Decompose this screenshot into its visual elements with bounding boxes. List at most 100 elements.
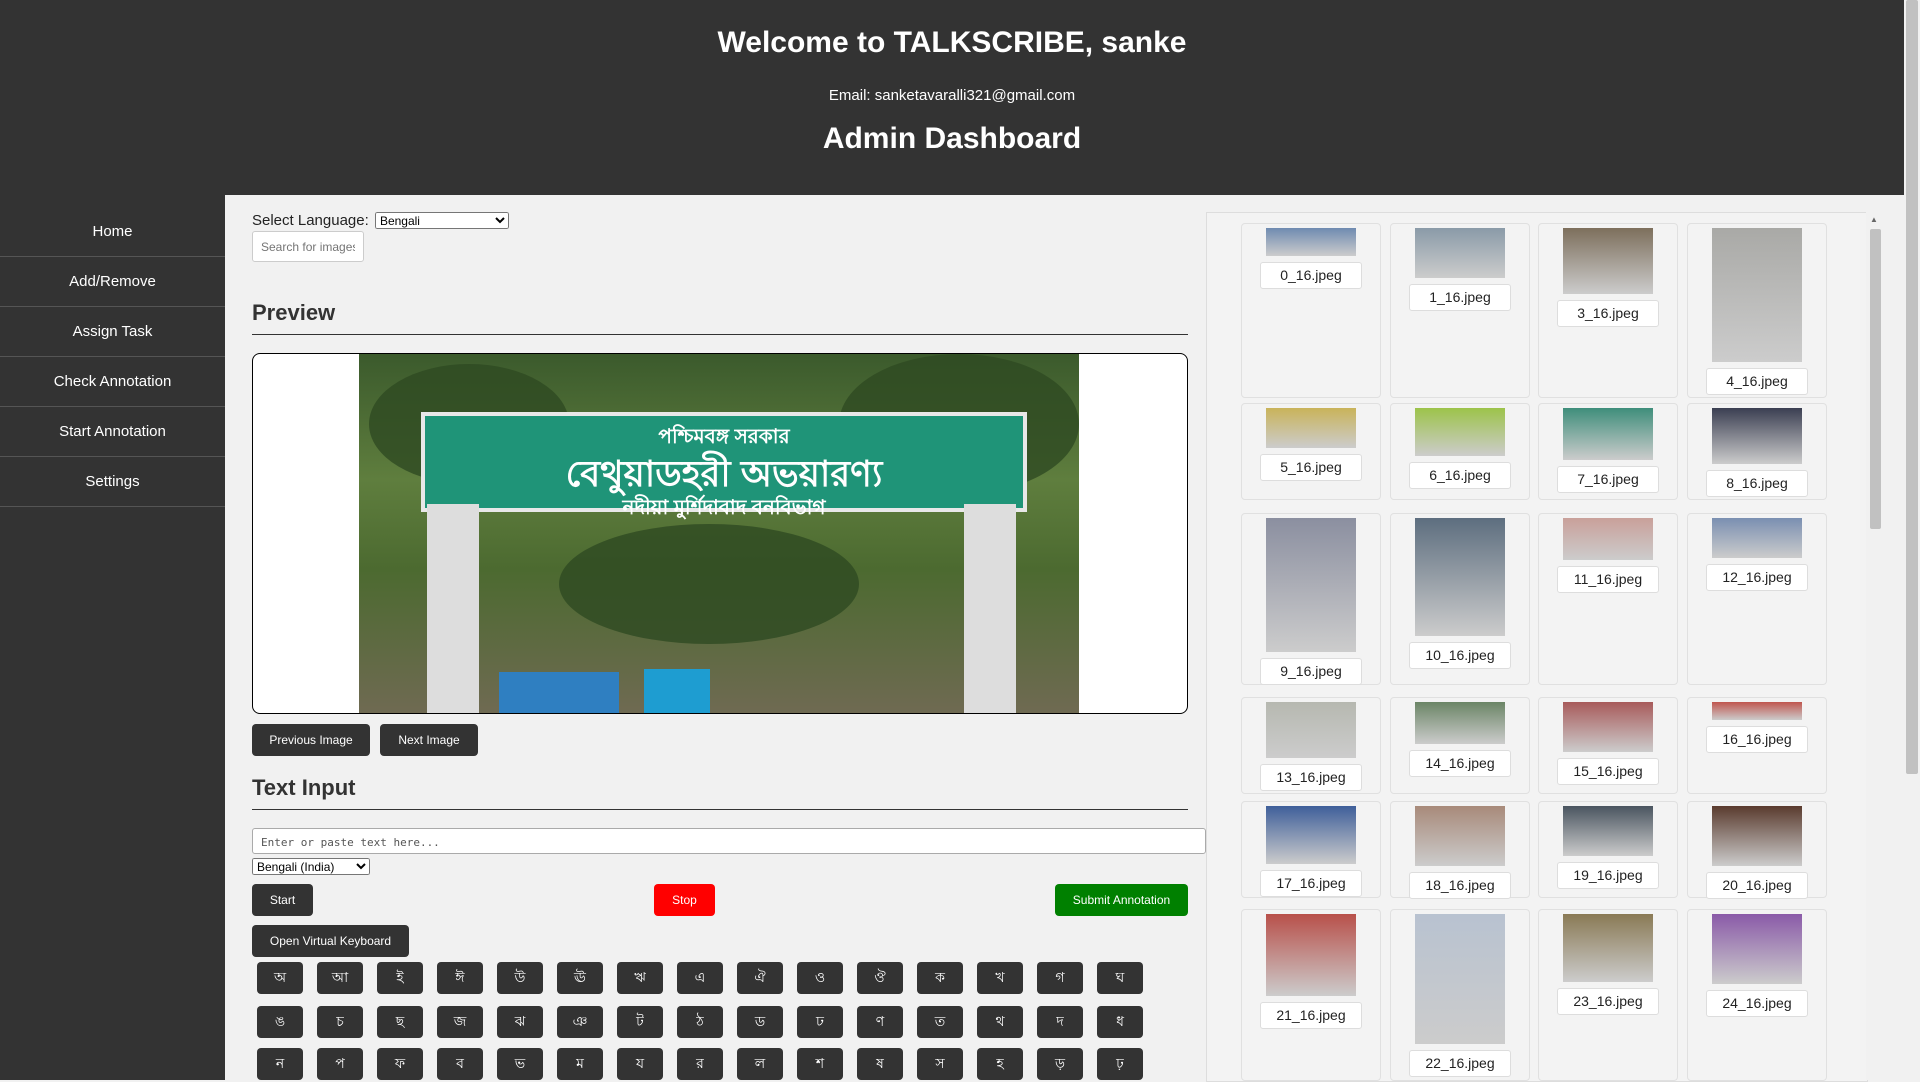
gallery-thumbnail[interactable] [1712, 806, 1802, 866]
keyboard-key[interactable]: ড [737, 1006, 783, 1038]
annotation-textarea[interactable]: Enter or paste text here... [252, 828, 1206, 854]
gallery-thumbnail[interactable] [1563, 914, 1653, 982]
gallery-thumbnail[interactable] [1712, 228, 1802, 362]
gallery-thumbnail[interactable] [1266, 228, 1356, 256]
gallery-thumbnail[interactable] [1563, 806, 1653, 856]
next-image-button[interactable]: Next Image [380, 724, 478, 756]
gallery-card[interactable]: 24_16.jpeg [1687, 909, 1827, 1081]
keyboard-key[interactable]: ছ [377, 1006, 423, 1038]
gallery-card[interactable]: 22_16.jpeg [1390, 909, 1530, 1081]
keyboard-key[interactable]: গ [1037, 962, 1083, 994]
gallery-thumbnail[interactable] [1563, 408, 1653, 460]
keyboard-key[interactable]: ঝ [497, 1006, 543, 1038]
image-search-input[interactable] [252, 231, 364, 262]
page-scrollbar-thumb[interactable] [1906, 0, 1918, 774]
gallery-thumbnail[interactable] [1563, 518, 1653, 560]
keyboard-key[interactable]: ঢ় [1097, 1048, 1143, 1080]
keyboard-key[interactable]: র [677, 1048, 723, 1080]
stop-button[interactable]: Stop [654, 884, 715, 916]
keyboard-key[interactable]: ল [737, 1048, 783, 1080]
sidebar-item-home[interactable]: Home [0, 207, 225, 257]
keyboard-key[interactable]: দ [1037, 1006, 1083, 1038]
gallery-card[interactable]: 10_16.jpeg [1390, 513, 1530, 685]
gallery-card[interactable]: 17_16.jpeg [1241, 801, 1381, 898]
start-button[interactable]: Start [252, 884, 313, 916]
open-virtual-keyboard-button[interactable]: Open Virtual Keyboard [252, 925, 409, 957]
gallery-card[interactable]: 19_16.jpeg [1538, 801, 1678, 898]
keyboard-key[interactable]: প [317, 1048, 363, 1080]
gallery-thumbnail[interactable] [1712, 702, 1802, 720]
keyboard-key[interactable]: ট [617, 1006, 663, 1038]
sidebar-item-check-annotation[interactable]: Check Annotation [0, 357, 225, 407]
gallery-thumbnail[interactable] [1415, 702, 1505, 744]
gallery-card[interactable]: 9_16.jpeg [1241, 513, 1381, 685]
keyboard-key[interactable]: ড় [1037, 1048, 1083, 1080]
keyboard-key[interactable]: ফ [377, 1048, 423, 1080]
sidebar-item-settings[interactable]: Settings [0, 457, 225, 507]
gallery-card[interactable]: 14_16.jpeg [1390, 697, 1530, 794]
keyboard-key[interactable]: ক [917, 962, 963, 994]
keyboard-key[interactable]: স [917, 1048, 963, 1080]
gallery-thumbnail[interactable] [1415, 408, 1505, 456]
gallery-thumbnail[interactable] [1563, 228, 1653, 294]
keyboard-key[interactable]: ঘ [1097, 962, 1143, 994]
submit-annotation-button[interactable]: Submit Annotation [1055, 884, 1188, 916]
keyboard-key[interactable]: ঈ [437, 962, 483, 994]
keyboard-key[interactable]: ষ [857, 1048, 903, 1080]
gallery-thumbnail[interactable] [1415, 806, 1505, 866]
gallery-thumbnail[interactable] [1266, 914, 1356, 996]
gallery-thumbnail[interactable] [1415, 518, 1505, 636]
keyboard-key[interactable]: জ [437, 1006, 483, 1038]
keyboard-key[interactable]: ও [797, 962, 843, 994]
gallery-card[interactable]: 16_16.jpeg [1687, 697, 1827, 794]
speech-locale-select[interactable]: Bengali (India) [252, 858, 370, 875]
keyboard-key[interactable]: উ [497, 962, 543, 994]
gallery-card[interactable]: 6_16.jpeg [1390, 403, 1530, 500]
gallery-card[interactable]: 1_16.jpeg [1390, 223, 1530, 398]
gallery-thumbnail[interactable] [1712, 518, 1802, 558]
gallery-thumbnail[interactable] [1266, 702, 1356, 758]
keyboard-key[interactable]: ই [377, 962, 423, 994]
keyboard-key[interactable]: ঠ [677, 1006, 723, 1038]
keyboard-key[interactable]: হ [977, 1048, 1023, 1080]
keyboard-key[interactable]: শ [797, 1048, 843, 1080]
gallery-card[interactable]: 13_16.jpeg [1241, 697, 1381, 794]
gallery-card[interactable]: 20_16.jpeg [1687, 801, 1827, 899]
gallery-card[interactable]: 7_16.jpeg [1538, 403, 1678, 500]
gallery-thumbnail[interactable] [1712, 914, 1802, 984]
keyboard-key[interactable]: ম [557, 1048, 603, 1080]
sidebar-item-assign-task[interactable]: Assign Task [0, 307, 225, 357]
gallery-card[interactable]: 3_16.jpeg [1538, 223, 1678, 398]
gallery-card[interactable]: 5_16.jpeg [1241, 403, 1381, 500]
keyboard-key[interactable]: ঙ [257, 1006, 303, 1038]
keyboard-key[interactable]: থ [977, 1006, 1023, 1038]
keyboard-key[interactable]: ঋ [617, 962, 663, 994]
gallery-thumbnail[interactable] [1266, 518, 1356, 652]
keyboard-key[interactable]: ঢ [797, 1006, 843, 1038]
gallery-card[interactable]: 4_16.jpeg [1687, 223, 1827, 398]
gallery-scrollbar-thumb[interactable] [1870, 229, 1881, 529]
keyboard-key[interactable]: ঊ [557, 962, 603, 994]
gallery-card[interactable]: 21_16.jpeg [1241, 909, 1381, 1081]
gallery-thumbnail[interactable] [1415, 228, 1505, 278]
keyboard-key[interactable]: আ [317, 962, 363, 994]
sidebar-item-start-annotation[interactable]: Start Annotation [0, 407, 225, 457]
gallery-card[interactable]: 15_16.jpeg [1538, 697, 1678, 794]
keyboard-key[interactable]: ভ [497, 1048, 543, 1080]
keyboard-key[interactable]: ঞ [557, 1006, 603, 1038]
keyboard-key[interactable]: অ [257, 962, 303, 994]
gallery-card[interactable]: 11_16.jpeg [1538, 513, 1678, 685]
gallery-thumbnail[interactable] [1712, 408, 1802, 464]
gallery-thumbnail[interactable] [1563, 702, 1653, 752]
gallery-thumbnail[interactable] [1415, 914, 1505, 1044]
language-select[interactable]: Bengali [374, 212, 509, 229]
gallery-card[interactable]: 12_16.jpeg [1687, 513, 1827, 685]
gallery-card[interactable]: 23_16.jpeg [1538, 909, 1678, 1081]
keyboard-key[interactable]: খ [977, 962, 1023, 994]
keyboard-key[interactable]: ঔ [857, 962, 903, 994]
sidebar-item-add-remove[interactable]: Add/Remove [0, 257, 225, 307]
gallery-card[interactable]: 0_16.jpeg [1241, 223, 1381, 398]
gallery-card[interactable]: 18_16.jpeg [1390, 801, 1530, 899]
scroll-up-icon[interactable]: ▲ [1870, 215, 1878, 224]
keyboard-key[interactable]: ঐ [737, 962, 783, 994]
